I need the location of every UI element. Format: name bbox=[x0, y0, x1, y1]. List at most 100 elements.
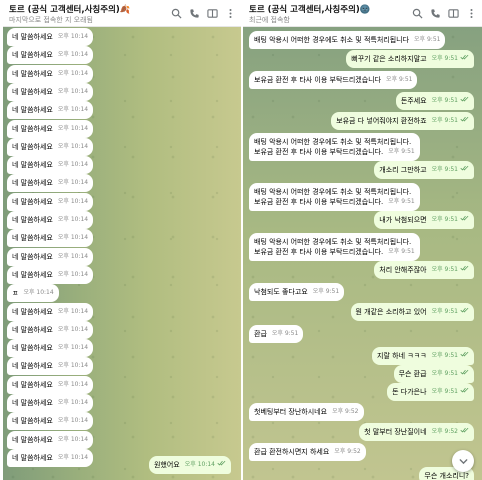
scroll-down-button[interactable] bbox=[452, 450, 474, 472]
message-text: 네 말씀하세요 오후 10:14 bbox=[12, 435, 89, 444]
message-time: 오후 10:14 bbox=[57, 161, 89, 169]
message-time: 오후 10:14 bbox=[57, 270, 89, 278]
incoming-message[interactable]: 낙첨되도 좋다고요 오후 9:51 bbox=[249, 283, 345, 301]
incoming-message[interactable]: 네 말씀하세요 오후 10:14 bbox=[7, 339, 94, 358]
incoming-message[interactable]: 환급 환전하시면지 하세요 오후 9:52 bbox=[249, 443, 366, 461]
incoming-message[interactable]: 보유금 환전 후 타사 이용 부탁드리겠습니다 오후 9:51 bbox=[249, 71, 418, 89]
message-text: 네 말씀하세요 오후 10:14 bbox=[12, 216, 89, 224]
incoming-message[interactable]: ㅍ 오후 10:14 bbox=[7, 284, 59, 303]
message-time: 오후 9:51 bbox=[432, 96, 469, 106]
incoming-message[interactable]: 네 말씀하세요 오후 10:14 bbox=[7, 302, 94, 321]
message-time: 오후 9:51 bbox=[312, 288, 340, 295]
outgoing-message[interactable]: 지랄 하네 ㅋㅋㅋ 오후 9:51 bbox=[372, 347, 474, 365]
columns-icon[interactable] bbox=[205, 7, 219, 19]
message-list[interactable]: 배팅 악용시 어떠한 경우에도 취소 및 적특처리됩니다 오후 9:51 뻐꾸기 같… bbox=[243, 27, 482, 480]
message-text: 첫베팅부터 장난하시네요 오후 9:52 bbox=[254, 408, 359, 416]
more-icon[interactable] bbox=[223, 7, 237, 19]
outgoing-message[interactable]: 돈주세요 오후 9:51 bbox=[395, 92, 474, 110]
message-time: 오후 9:51 bbox=[386, 76, 413, 83]
chat-title: 토르 (공식 고객센터,사칭주의)🍂 bbox=[9, 5, 131, 15]
incoming-message[interactable]: 네 말씀하세요 오후 10:14 bbox=[7, 357, 94, 376]
incoming-message[interactable]: 네 말씀하세요 오후 10:14 bbox=[7, 320, 94, 339]
incoming-message[interactable]: 네 말씀하세요 오후 10:14 bbox=[7, 82, 94, 101]
incoming-message[interactable]: 첫베팅부터 장난하시네요 오후 9:52 bbox=[249, 403, 364, 421]
message-time: 오후 9:51 bbox=[388, 148, 415, 155]
incoming-message[interactable]: 배팅 악용시 어떠한 경우에도 취소 및 적특처리됩니다. 보유금 환전 후 타사… bbox=[249, 133, 420, 161]
message-time: 오후 9:51 bbox=[432, 369, 469, 379]
message-text: 보유금 환전 후 타사 이용 부탁드리겠습니다. 오후 9:51 bbox=[254, 248, 415, 256]
incoming-message[interactable]: 네 말씀하세요 오후 10:14 bbox=[7, 211, 94, 229]
message-time: 오후 9:52 bbox=[332, 408, 359, 415]
check-icon bbox=[460, 387, 469, 393]
message-text: 네 말씀하세요 오후 10:14 bbox=[12, 124, 89, 133]
search-icon[interactable] bbox=[169, 7, 183, 19]
message-time: 오후 10:14 bbox=[57, 69, 89, 77]
incoming-message[interactable]: 네 말씀하세요 오후 10:14 bbox=[7, 394, 94, 412]
message-time: 오후 10:14 bbox=[57, 33, 89, 40]
incoming-message[interactable]: 배팅 악용시 어떠한 경우에도 취소 및 적특처리됩니다. 보유금 환전 후 타사… bbox=[249, 183, 420, 211]
message-time: 오후 10:14 bbox=[57, 87, 89, 95]
message-time: 오후 9:52 bbox=[334, 448, 361, 455]
incoming-message[interactable]: 네 말씀하세요 오후 10:14 bbox=[7, 247, 94, 266]
outgoing-message[interactable]: 무슨 환급 오후 9:51 bbox=[393, 365, 474, 383]
outgoing-message[interactable]: 보유금 다 넣어줘야지 환전하죠 오후 9:51 bbox=[331, 112, 474, 130]
message-text: 배팅 악용시 어떠한 경우에도 취소 및 적특처리됩니다 오후 9:51 bbox=[254, 36, 441, 44]
message-time: 오후 9:51 bbox=[432, 387, 469, 397]
message-text: 돈 다가은나 오후 9:51 bbox=[392, 387, 469, 397]
incoming-message[interactable]: 네 말씀하세요 오후 10:14 bbox=[7, 174, 94, 193]
incoming-message[interactable]: 네 말씀하세요 오후 10:14 bbox=[7, 192, 94, 211]
search-icon[interactable] bbox=[410, 7, 424, 19]
message-text: 네 말씀하세요 오후 10:14 bbox=[12, 453, 89, 462]
outgoing-message[interactable]: 원했어요 오후 10:14 bbox=[148, 456, 231, 474]
message-time: 오후 10:14 bbox=[57, 179, 89, 187]
more-icon[interactable] bbox=[464, 7, 478, 19]
outgoing-message[interactable]: 개소리 그만하고 오후 9:51 bbox=[374, 161, 474, 179]
incoming-message[interactable]: 네 말씀하세요 오후 10:14 bbox=[7, 64, 94, 83]
message-text: 네 말씀하세요 오후 10:14 bbox=[12, 252, 89, 261]
message-text: 낙첨되도 좋다고요 오후 9:51 bbox=[254, 288, 340, 296]
incoming-message[interactable]: 네 말씀하세요 오후 10:14 bbox=[7, 28, 94, 46]
message-time: 오후 10:14 bbox=[57, 417, 89, 425]
phone-icon[interactable] bbox=[187, 7, 201, 19]
message-time: 오후 10:14 bbox=[57, 307, 89, 315]
incoming-message[interactable]: 네 말씀하세요 오후 10:14 bbox=[7, 265, 94, 284]
outgoing-message[interactable]: 돈 다가은나 오후 9:51 bbox=[387, 383, 474, 401]
phone-icon[interactable] bbox=[428, 7, 442, 19]
chat-title: 토르 (공식 고객센터,사칭주의)🌚 bbox=[249, 5, 371, 15]
message-text: 배팅 악용시 어떠한 경우에도 취소 및 적특처리됩니다. bbox=[254, 188, 412, 196]
incoming-message[interactable]: 네 말씀하세요 오후 10:14 bbox=[7, 448, 94, 467]
incoming-message[interactable]: 네 말씀하세요 오후 10:14 bbox=[7, 101, 94, 120]
outgoing-message[interactable]: 첫 말부터 장난질이네 오후 9:52 bbox=[359, 423, 474, 441]
incoming-message[interactable]: 네 말씀하세요 오후 10:14 bbox=[7, 412, 94, 431]
message-text: 네 말씀하세요 오후 10:14 bbox=[12, 344, 89, 353]
incoming-message[interactable]: 네 말씀하세요 오후 10:14 bbox=[7, 46, 94, 65]
message-text: 보유금 환전 후 타사 이용 부탁드리겠습니다. 오후 9:51 bbox=[254, 198, 415, 206]
incoming-message[interactable]: 환급 오후 9:51 bbox=[249, 325, 304, 343]
outgoing-message[interactable]: 뻐꾸기 같은 소리하지말고 오후 9:51 bbox=[346, 50, 474, 68]
incoming-message[interactable]: 네 말씀하세요 오후 10:14 bbox=[7, 229, 94, 248]
check-icon bbox=[460, 265, 469, 271]
message-text: 보유금 환전 후 타사 이용 부탁드리겠습니다 오후 9:51 bbox=[254, 76, 413, 84]
incoming-message[interactable]: 네 말씀하세요 오후 10:14 bbox=[7, 119, 94, 138]
message-text: 네 말씀하세요 오후 10:14 bbox=[12, 87, 89, 96]
check-icon bbox=[460, 307, 469, 313]
incoming-message[interactable]: 네 말씀하세요 오후 10:14 bbox=[7, 137, 94, 156]
outgoing-message[interactable]: 뭔 개같은 소리하고 있어 오후 9:51 bbox=[350, 303, 474, 321]
incoming-message[interactable]: 네 말씀하세요 오후 10:14 bbox=[7, 156, 94, 175]
incoming-message[interactable]: 배팅 악용시 어떠한 경우에도 취소 및 적특처리됩니다. 보유금 환전 후 타사… bbox=[249, 233, 420, 261]
incoming-message[interactable]: 네 말씀하세요 오후 10:14 bbox=[7, 430, 94, 449]
message-time: 오후 9:51 bbox=[432, 265, 469, 275]
check-icon bbox=[460, 96, 469, 102]
message-time: 오후 9:51 bbox=[414, 36, 441, 43]
columns-icon[interactable] bbox=[446, 7, 460, 19]
message-text: 무슨 개소리니? bbox=[424, 472, 469, 480]
incoming-message[interactable]: 네 말씀하세요 오후 10:14 bbox=[7, 375, 94, 394]
message-list[interactable]: 네 말씀하세요 오후 10:14 네 말씀하세요 오후 10:14 네 말씀하세요 오후 … bbox=[3, 27, 241, 480]
incoming-message[interactable]: 배팅 악용시 어떠한 경우에도 취소 및 적특처리됩니다 오후 9:51 bbox=[249, 31, 446, 49]
outgoing-message[interactable]: 내가 낙첨되으면 오후 9:51 bbox=[374, 211, 474, 229]
chat-header[interactable]: 토르 (공식 고객센터,사칭주의)🍂 마지막으로 접속한 지 오래됨 bbox=[3, 0, 241, 27]
message-text: 네 말씀하세요 오후 10:14 bbox=[12, 33, 89, 41]
outgoing-message[interactable]: 처리 안해주잖아 오후 9:51 bbox=[374, 261, 474, 279]
chat-header[interactable]: 토르 (공식 고객센터,사칭주의)🌚 최근에 접속함 bbox=[243, 0, 482, 27]
check-icon bbox=[460, 54, 469, 60]
